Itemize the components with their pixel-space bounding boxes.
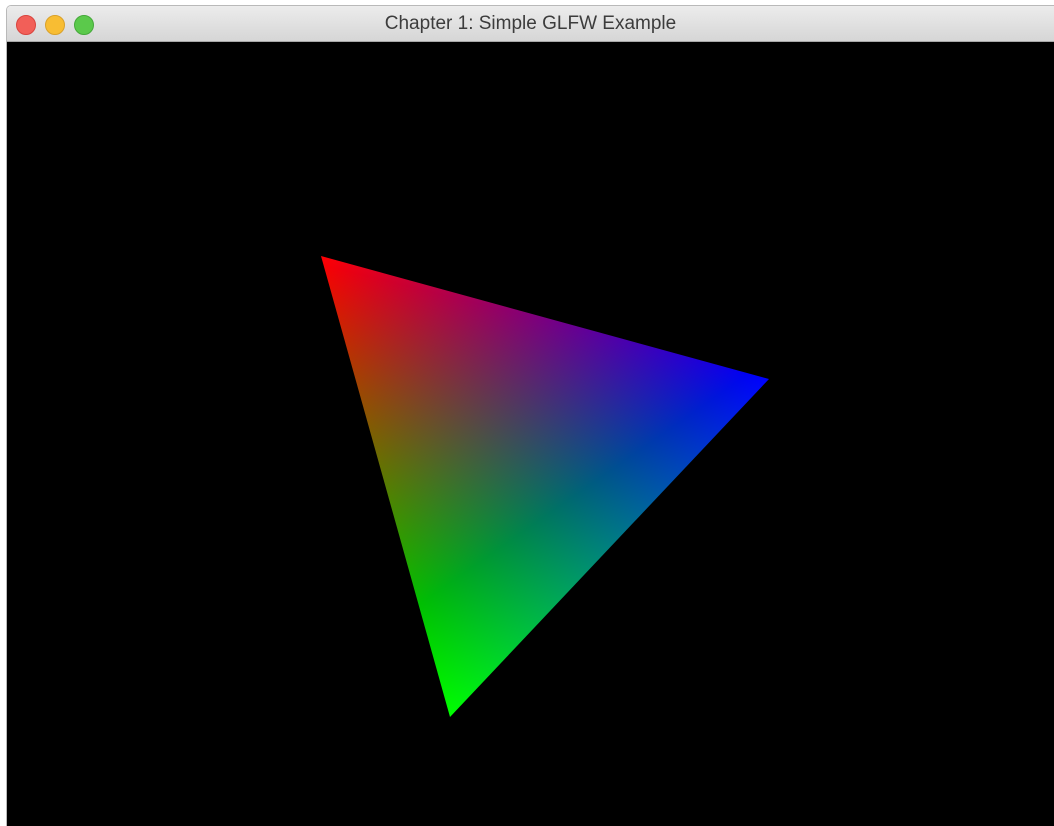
window-title: Chapter 1: Simple GLFW Example (384, 13, 677, 34)
app-window: Chapter 1: Simple GLFW Example (6, 5, 1054, 826)
render-canvas[interactable] (7, 42, 1054, 826)
title-bar[interactable]: Chapter 1: Simple GLFW Example (7, 6, 1054, 42)
triangle-viewport (321, 256, 769, 717)
rgb-triangle (321, 256, 769, 717)
